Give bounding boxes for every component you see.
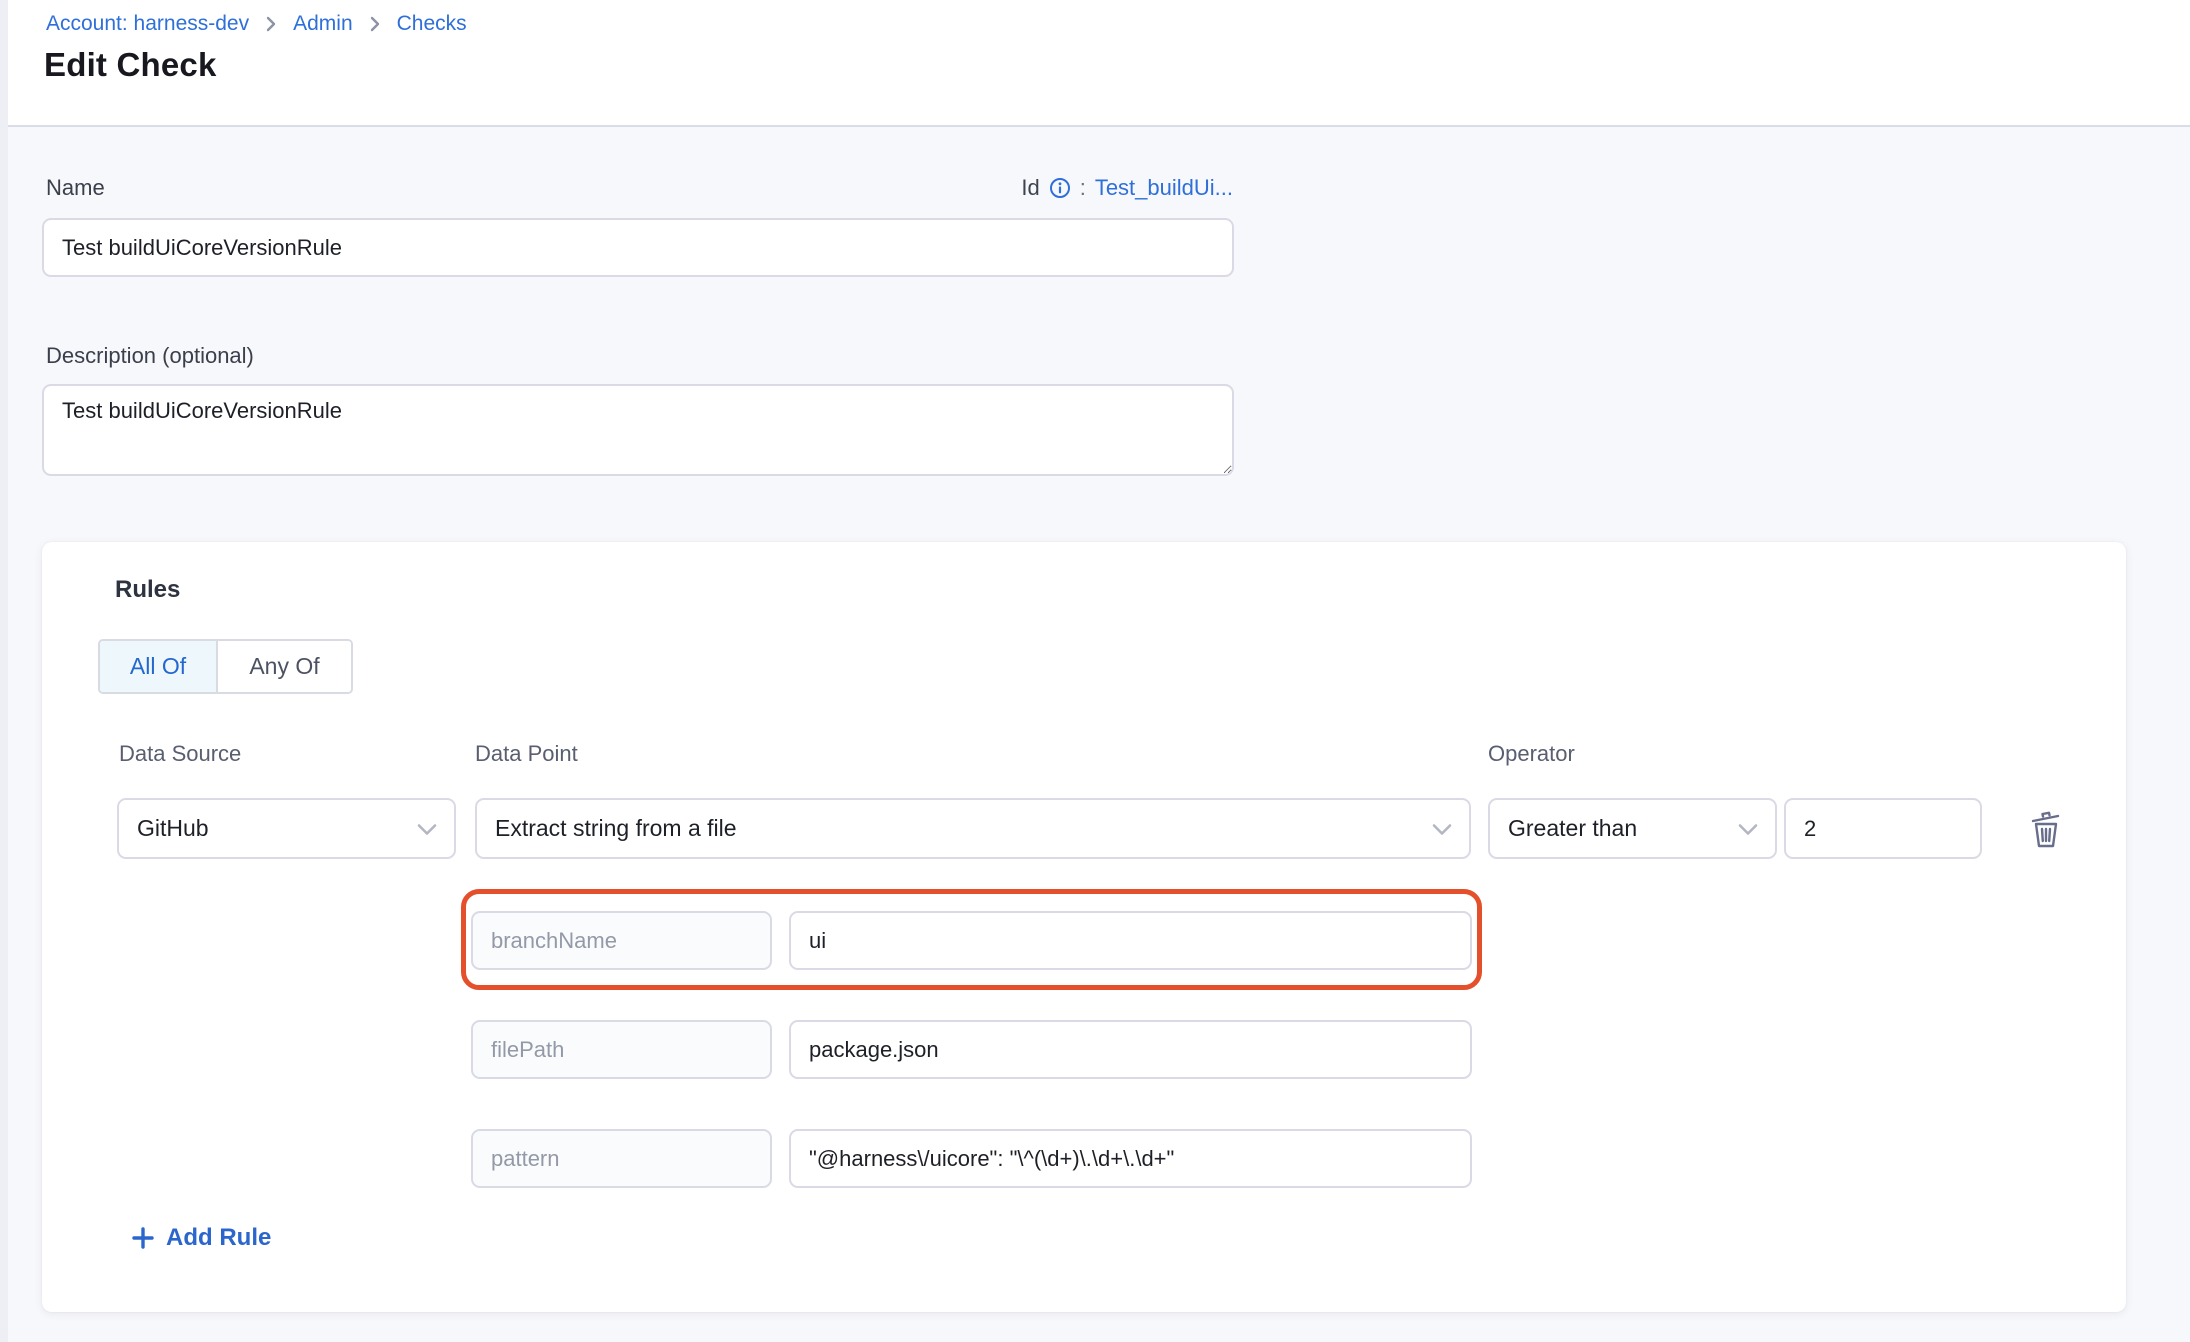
id-row: Id : Test_buildUi... [1021,175,1233,201]
description-textarea[interactable]: Test buildUiCoreVersionRule [42,384,1234,476]
id-label: Id [1021,175,1039,201]
name-field-header: Name Id : Test_buildUi... [46,175,1233,201]
rules-match-toggle: All Of Any Of [98,639,353,694]
name-input[interactable] [42,218,1234,277]
data-point-value: Extract string from a file [495,815,737,842]
param-key-branchname[interactable] [471,911,772,970]
operator-value-input[interactable] [1784,798,1982,859]
operator-label: Operator [1488,741,1575,767]
id-colon: : [1080,175,1086,201]
delete-rule-button[interactable] [2024,808,2068,852]
data-source-select[interactable]: GitHub [117,798,456,859]
add-rule-button[interactable]: Add Rule [131,1224,271,1252]
trash-icon [2028,810,2064,850]
rules-label: Rules [115,576,180,604]
id-link[interactable]: Test_buildUi... [1095,175,1233,201]
left-gutter [0,0,8,1342]
plus-icon [131,1226,155,1250]
breadcrumb: Account: harness-dev Admin Checks [46,9,467,39]
param-key-pattern[interactable] [471,1129,772,1188]
add-rule-label: Add Rule [166,1224,271,1252]
breadcrumb-admin[interactable]: Admin [293,9,353,39]
toggle-any-of[interactable]: Any Of [218,641,351,692]
name-label: Name [46,175,105,201]
edit-check-page: Account: harness-dev Admin Checks Edit C… [0,0,2190,1342]
toggle-all-of[interactable]: All Of [100,641,218,692]
param-value-filepath[interactable] [789,1020,1472,1079]
operator-select[interactable]: Greater than [1488,798,1777,859]
data-point-label: Data Point [475,741,578,767]
chevron-down-icon [416,815,438,842]
data-source-value: GitHub [137,815,209,842]
data-source-label: Data Source [119,741,241,767]
breadcrumb-checks[interactable]: Checks [397,9,467,39]
data-point-select[interactable]: Extract string from a file [475,798,1471,859]
chevron-down-icon [1431,815,1453,842]
breadcrumb-account[interactable]: Account: harness-dev [46,9,249,39]
param-value-branchname[interactable] [789,911,1472,970]
param-value-pattern[interactable] [789,1129,1472,1188]
info-icon[interactable] [1049,177,1071,199]
page-header: Account: harness-dev Admin Checks Edit C… [0,0,2190,127]
operator-value: Greater than [1508,815,1637,842]
chevron-down-icon [1737,815,1759,842]
chevron-right-icon [263,16,279,32]
rules-card: Rules All Of Any Of Data Source Data Poi… [42,542,2126,1312]
param-key-filepath[interactable] [471,1020,772,1079]
chevron-right-icon [367,16,383,32]
page-title: Edit Check [44,46,217,84]
description-label: Description (optional) [46,343,254,369]
